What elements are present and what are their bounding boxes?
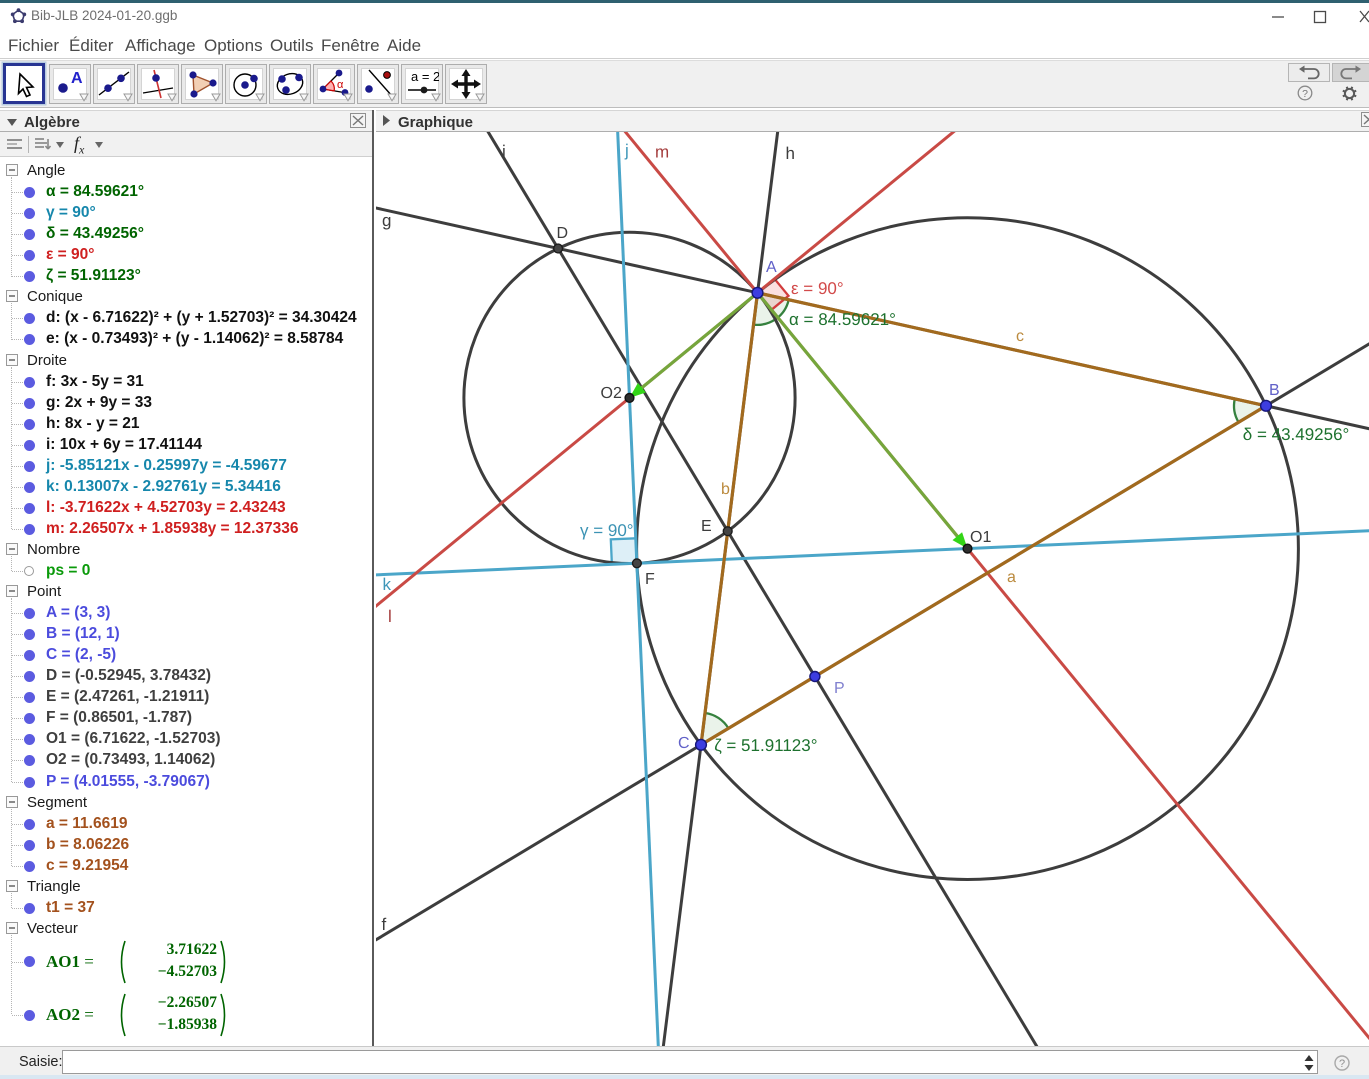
svg-text:A: A xyxy=(71,70,83,87)
svg-text:?: ? xyxy=(1339,1058,1345,1070)
svg-text:δ = 43.49256°: δ = 43.49256° xyxy=(1243,425,1350,444)
svg-text:l: l xyxy=(388,607,392,626)
svg-text:A: A xyxy=(766,259,777,276)
svg-text:a: a xyxy=(1007,569,1016,586)
svg-text:m: m xyxy=(655,143,669,162)
svg-text:D: D xyxy=(557,225,569,242)
svg-text:F: F xyxy=(645,571,655,588)
svg-text:f: f xyxy=(382,915,387,934)
svg-text:ζ = 51.91123°: ζ = 51.91123° xyxy=(714,736,817,755)
svg-text:O2: O2 xyxy=(601,385,622,402)
svg-text:B: B xyxy=(1269,382,1280,399)
svg-text:E: E xyxy=(701,518,712,535)
svg-text:α: α xyxy=(337,79,344,91)
svg-text:P: P xyxy=(834,680,845,697)
svg-text:a = 2: a = 2 xyxy=(411,69,439,84)
svg-text:j: j xyxy=(624,141,629,160)
svg-text:ε = 90°: ε = 90° xyxy=(791,279,844,298)
svg-text:C: C xyxy=(678,735,690,752)
svg-text:?: ? xyxy=(1302,88,1308,100)
svg-text:b: b xyxy=(721,481,730,498)
svg-text:g: g xyxy=(382,211,391,230)
svg-text:γ = 90°: γ = 90° xyxy=(580,521,634,540)
svg-text:h: h xyxy=(786,144,795,163)
svg-text:O1: O1 xyxy=(970,529,991,546)
svg-text:i: i xyxy=(502,142,506,161)
svg-text:α = 84.59621°: α = 84.59621° xyxy=(789,310,896,329)
svg-text:c: c xyxy=(1016,328,1024,345)
svg-text:k: k xyxy=(383,575,392,594)
